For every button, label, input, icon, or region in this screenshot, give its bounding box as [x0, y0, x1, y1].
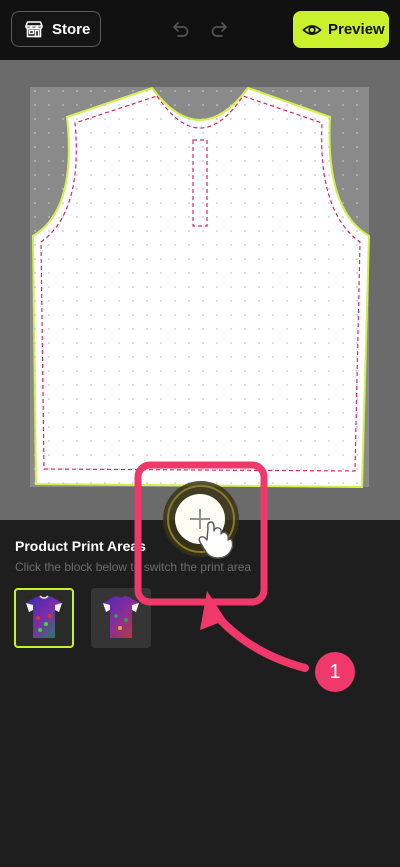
design-canvas[interactable] — [0, 60, 400, 520]
eye-icon — [302, 20, 322, 40]
preview-button-label: Preview — [328, 21, 385, 38]
jersey-back-image — [103, 596, 139, 638]
undo-button[interactable] — [170, 18, 192, 40]
undo-icon — [171, 19, 191, 39]
print-area-thumbnail-back[interactable] — [91, 588, 151, 648]
store-icon — [24, 19, 44, 39]
preview-button[interactable]: Preview — [293, 11, 389, 48]
print-areas-panel: Product Print Areas Click the block belo… — [0, 520, 400, 867]
panel-title: Product Print Areas — [15, 538, 146, 554]
print-area-thumbnail-front[interactable] — [14, 588, 74, 648]
print-area-garment — [30, 86, 371, 489]
panel-subtitle: Click the block below to switch the prin… — [15, 560, 252, 574]
redo-button[interactable] — [208, 18, 230, 40]
jersey-front-image — [26, 595, 62, 638]
store-button-label: Store — [52, 20, 91, 38]
top-toolbar: Store Preview — [0, 0, 400, 60]
store-button[interactable]: Store — [11, 11, 101, 47]
redo-icon — [209, 19, 229, 39]
add-element-button[interactable] — [175, 494, 225, 544]
